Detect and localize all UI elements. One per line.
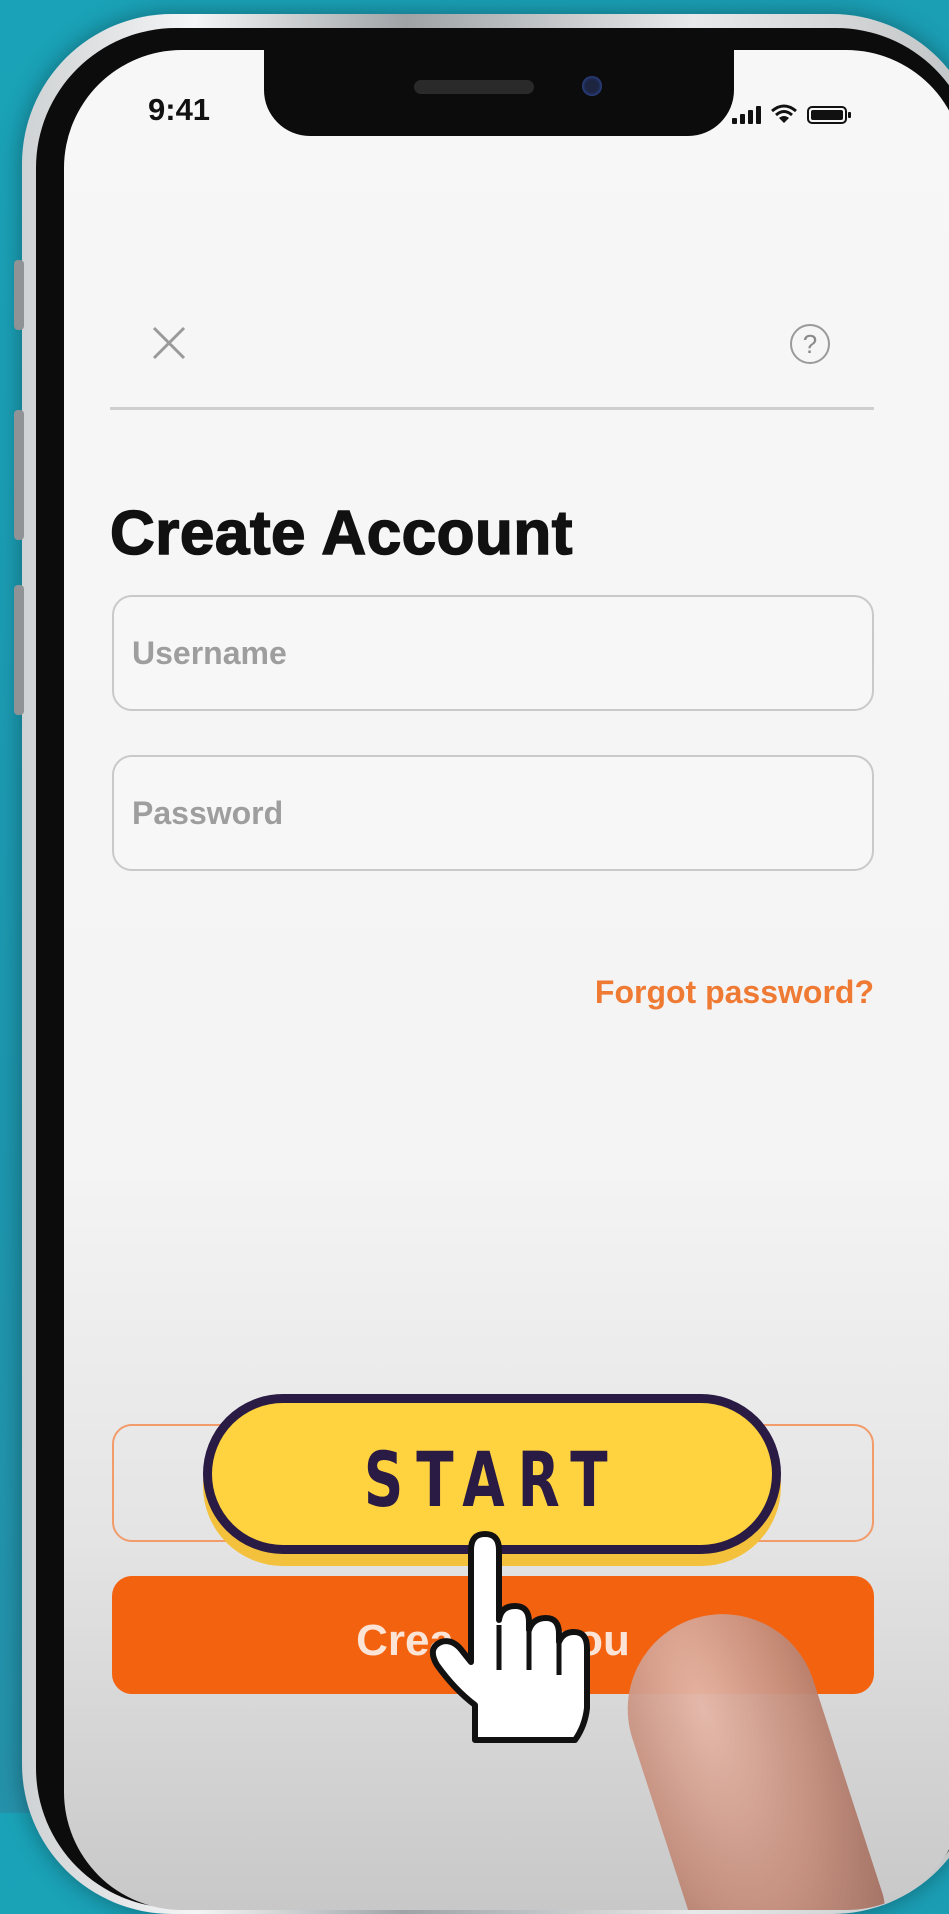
help-button[interactable]: ? [790,324,830,364]
username-field[interactable]: Username [112,595,874,711]
forgot-password-link[interactable]: Forgot password? [595,974,874,1011]
header-divider [110,407,874,410]
password-field[interactable]: Password [112,755,874,871]
front-camera [582,76,602,96]
page-title: Create Account [109,498,573,569]
pointing-hand-icon [429,1531,590,1743]
status-time: 9:41 [148,92,211,127]
speaker-grille [414,80,534,94]
signal-icon [732,106,761,124]
wifi-icon [771,104,797,123]
phone-side-button-mute [14,260,24,330]
start-label: START [363,1435,621,1524]
password-placeholder: Password [132,795,284,831]
help-icon: ? [802,329,818,359]
phone-side-button-volume-down [14,585,24,715]
status-icons [732,104,851,124]
close-icon[interactable] [144,318,194,368]
notch [264,50,734,136]
username-placeholder: Username [132,635,287,671]
phone-side-button-volume-up [14,410,24,540]
battery-icon [807,106,851,124]
